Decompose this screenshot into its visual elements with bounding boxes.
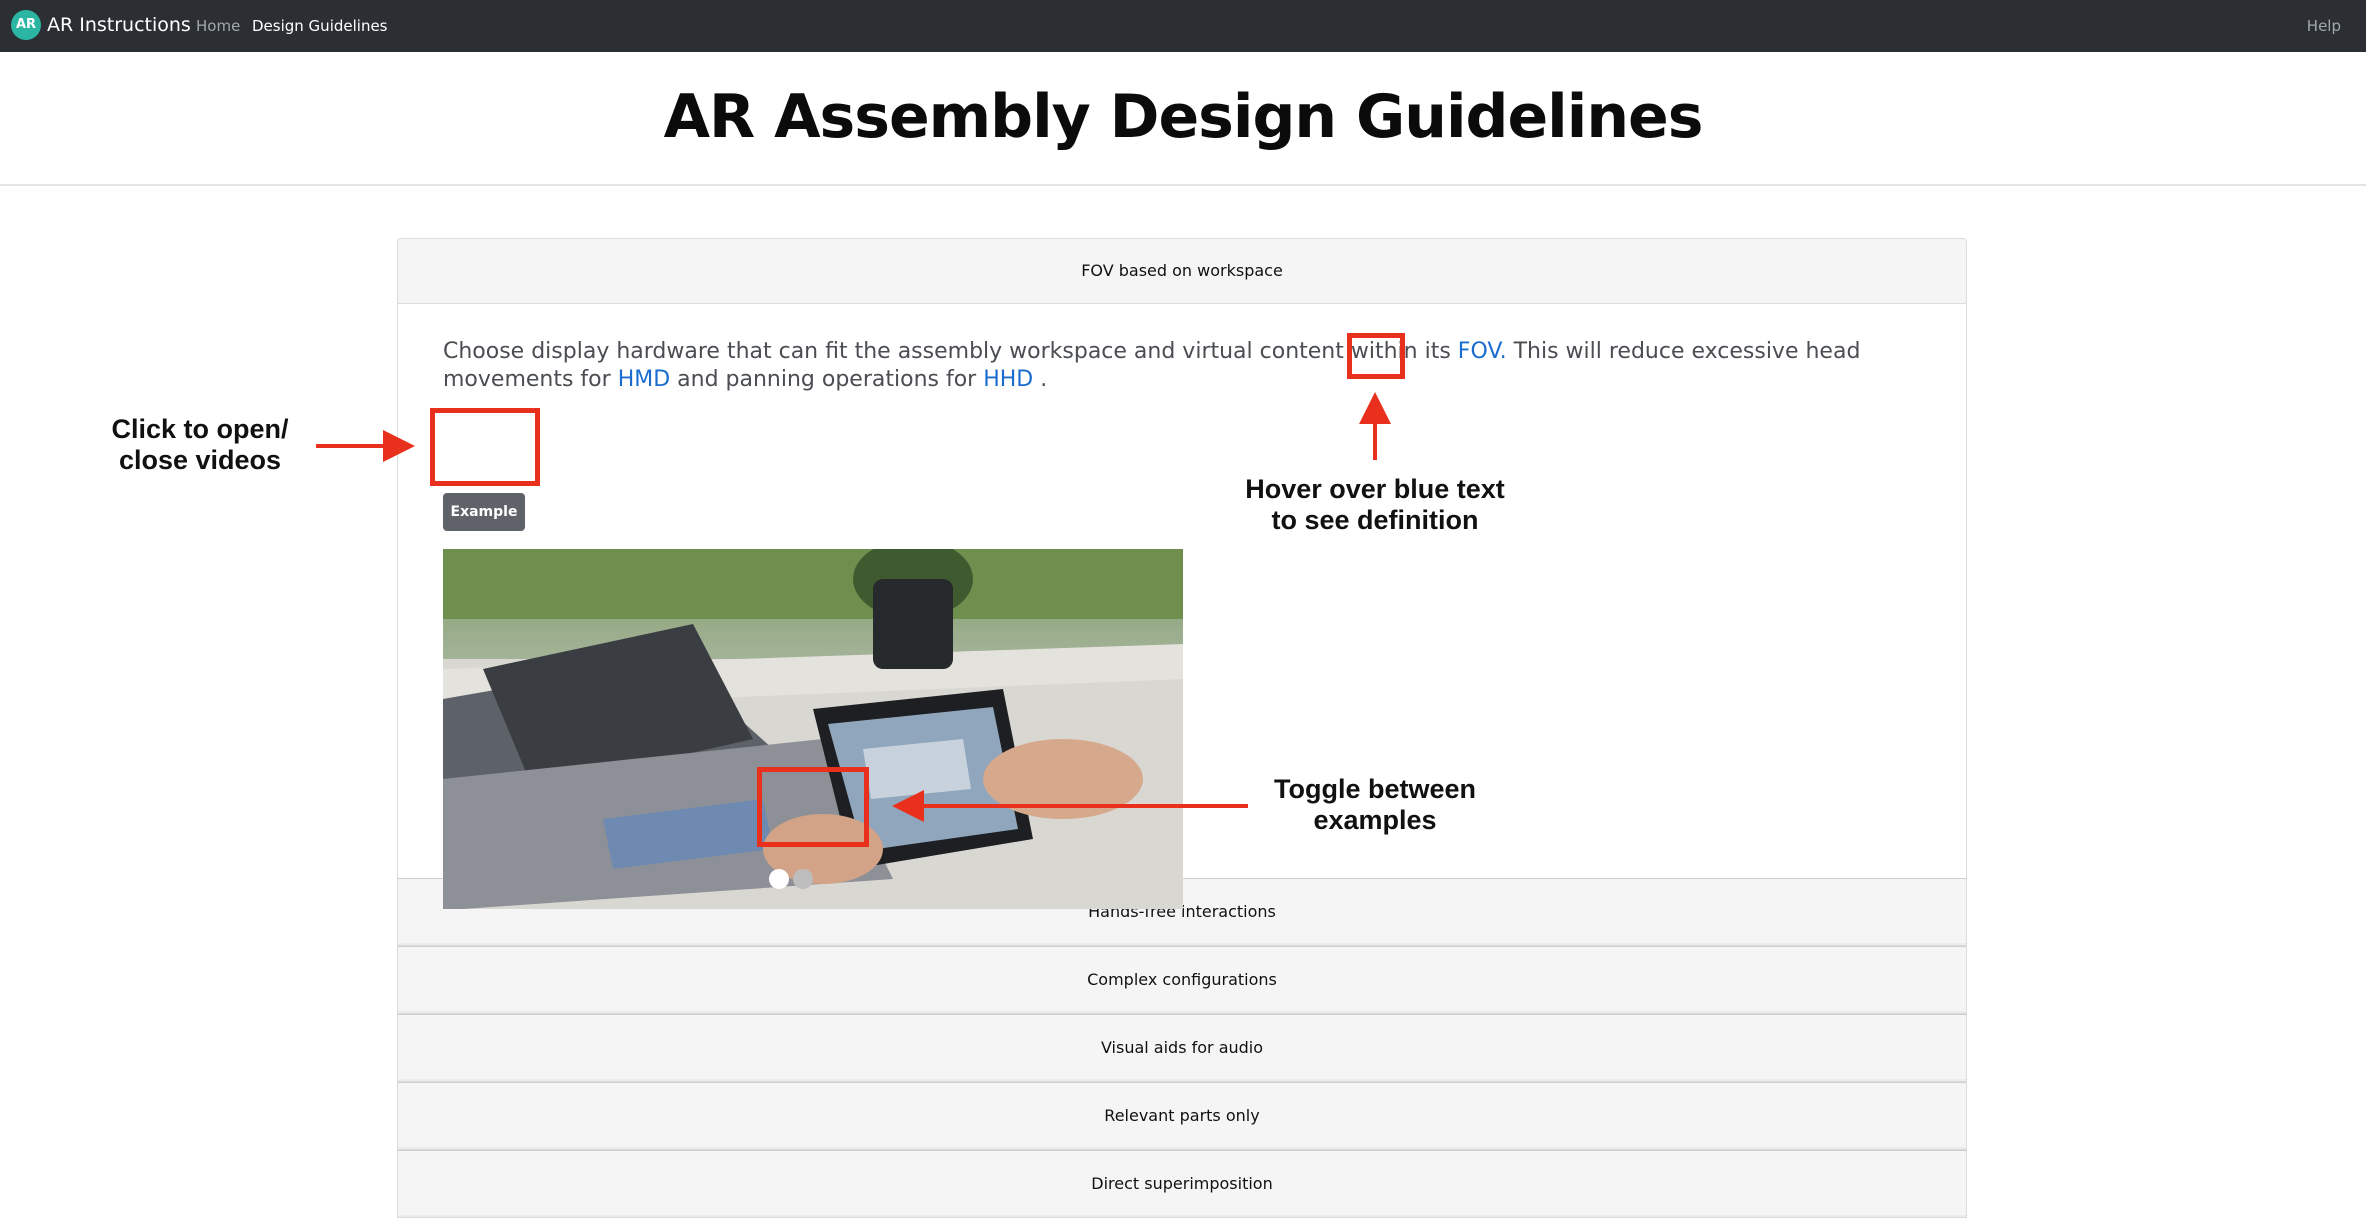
- text-part: and panning operations for: [670, 367, 984, 392]
- text-part: Choose display hardware that can fit the…: [443, 339, 1458, 364]
- example-button[interactable]: Example: [443, 493, 525, 531]
- accordion-header-visual-aids[interactable]: Visual aids for audio: [397, 1014, 1967, 1082]
- annotation-toggle: Toggle between examples: [1273, 774, 1476, 835]
- page-title: AR Assembly Design Guidelines: [663, 82, 1704, 152]
- carousel-dot-2[interactable]: [793, 869, 813, 889]
- highlight-dots-box: [757, 767, 869, 847]
- text-part: .: [1033, 367, 1048, 392]
- accordion-header-relevant-parts[interactable]: Relevant parts only: [397, 1082, 1967, 1150]
- guidelines-accordion: FOV based on workspace Choose display ha…: [397, 238, 1967, 1218]
- annotation-hover: Hover over blue text to see definition: [1245, 474, 1505, 535]
- carousel-dot-1[interactable]: [769, 869, 789, 889]
- accordion-header-fov[interactable]: FOV based on workspace: [397, 238, 1967, 304]
- guideline-text: Choose display hardware that can fit the…: [443, 338, 1893, 394]
- nav-link-design-guidelines[interactable]: Design Guidelines: [252, 16, 388, 36]
- accordion-header-direct-superimposition[interactable]: Direct superimposition: [397, 1150, 1967, 1218]
- brand-logo-icon[interactable]: AR: [11, 10, 41, 40]
- carousel-indicators: [763, 869, 823, 889]
- page-header: AR Assembly Design Guidelines: [0, 52, 2366, 186]
- highlight-fov-box: [1347, 333, 1405, 379]
- term-hhd-link[interactable]: HHD: [983, 367, 1033, 392]
- example-video[interactable]: [443, 549, 1183, 909]
- top-navbar: AR AR Instructions Home Design Guideline…: [0, 0, 2366, 52]
- highlight-example-box: [430, 408, 540, 486]
- nav-link-help[interactable]: Help: [2307, 16, 2341, 36]
- term-hmd-link[interactable]: HMD: [618, 367, 670, 392]
- nav-link-home[interactable]: Home: [196, 16, 240, 36]
- accordion-header-complex-configurations[interactable]: Complex configurations: [397, 946, 1967, 1014]
- annotation-open-close: Click to open/ close videos: [111, 414, 289, 475]
- term-fov-link[interactable]: FOV.: [1458, 339, 1507, 364]
- brand-name[interactable]: AR Instructions: [47, 13, 191, 37]
- accordion-body-fov: Choose display hardware that can fit the…: [397, 304, 1967, 909]
- video-frame-image: [443, 549, 1183, 909]
